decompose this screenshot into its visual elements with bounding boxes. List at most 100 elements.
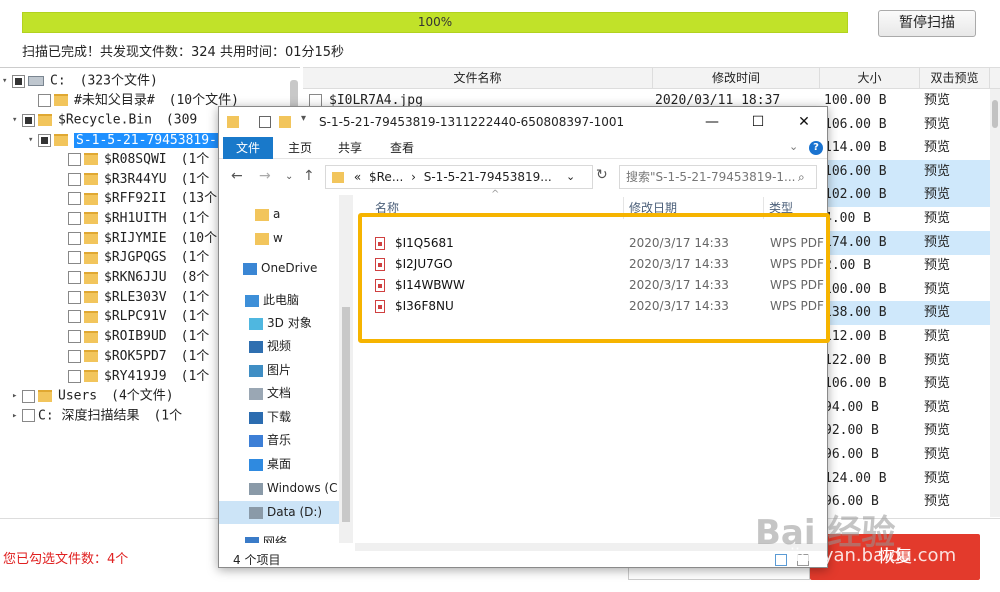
row-preview-link[interactable]: 预览 (924, 301, 950, 325)
tree-checkbox[interactable] (12, 74, 25, 88)
tree-node[interactable]: ▸ C: 深度扫描结果 (1个 (12, 406, 182, 426)
row-preview-link[interactable]: 预览 (924, 443, 950, 467)
explorer-titlebar[interactable]: ▾ S-1-5-21-79453819-1311222440-650808397… (219, 107, 827, 137)
help-icon[interactable]: ? (809, 141, 823, 155)
tree-checkbox[interactable] (68, 172, 81, 186)
row-preview-link[interactable]: 预览 (924, 325, 950, 349)
tree-node[interactable]: $RLPC91V (1个 (58, 307, 209, 327)
nav-item[interactable]: 下载 (219, 406, 339, 429)
close-icon[interactable]: ✕ (781, 107, 827, 137)
tree-node[interactable]: $RIJYMIE (10个 (58, 229, 217, 249)
row-preview-link[interactable]: 预览 (924, 396, 950, 420)
row-preview-link[interactable]: 预览 (924, 231, 950, 255)
tree-node[interactable]: $RLE303V (1个 (58, 288, 209, 308)
row-preview-link[interactable]: 预览 (924, 278, 950, 302)
tree-checkbox[interactable] (22, 113, 35, 127)
tree-checkbox[interactable] (68, 369, 81, 383)
row-preview-link[interactable]: 预览 (924, 372, 950, 396)
nav-item[interactable]: 视频 (219, 335, 339, 358)
quick-access-dropdown-icon[interactable]: ▾ (301, 113, 306, 124)
tree-checkbox[interactable] (68, 211, 81, 225)
recent-dropdown-icon[interactable]: ⌄ (285, 171, 293, 182)
tree-node[interactable]: $RH1UITH (1个 (58, 209, 209, 229)
tree-node[interactable]: ▾ S-1-5-21-79453819- (28, 130, 219, 150)
collapse-arrow-icon[interactable]: ▾ (12, 110, 22, 130)
tree-node[interactable]: $ROK5PD7 (1个 (58, 347, 209, 367)
tree-node[interactable]: $RJGPQGS (1个 (58, 248, 209, 268)
tree-node[interactable]: $RFF92II (13个 (58, 189, 217, 209)
col-modified[interactable]: 修改时间 (653, 68, 820, 89)
nav-item[interactable]: 桌面 (219, 453, 339, 476)
details-view-icon[interactable] (775, 554, 787, 566)
tree-checkbox[interactable] (68, 290, 81, 304)
nav-item[interactable]: 图片 (219, 359, 339, 382)
row-preview-link[interactable]: 预览 (924, 349, 950, 373)
expand-arrow-icon[interactable]: ▸ (12, 386, 22, 406)
tree-checkbox[interactable] (68, 330, 81, 344)
nav-item[interactable]: w (219, 227, 339, 250)
tree-node[interactable]: ▾ $Recycle.Bin (309 (12, 110, 197, 130)
search-input[interactable]: 搜索"S-1-5-21-79453819-1... ⌕ (619, 165, 817, 189)
nav-item[interactable]: 音乐 (219, 429, 339, 452)
tree-node[interactable]: $RY419J9 (1个 (58, 367, 209, 387)
tree-node[interactable]: ▾ C: (323个文件) (2, 71, 158, 91)
nav-item[interactable]: 此电脑 (219, 289, 339, 312)
tree-node[interactable]: $RKN6JJU (8个 (58, 268, 209, 288)
tree-checkbox[interactable] (68, 251, 81, 265)
forward-icon[interactable]: → (259, 168, 271, 184)
tree-checkbox[interactable] (68, 271, 81, 284)
nav-item[interactable]: Data (D:) (219, 501, 339, 524)
tree-checkbox[interactable] (22, 409, 35, 423)
navigation-pane[interactable]: a w OneDrive 此电脑 3D 对象 视频 图片 文档 下载 音乐 桌面 Windows (C… (219, 195, 355, 543)
address-dropdown-icon[interactable]: ⌄ (566, 166, 575, 188)
col-filename[interactable]: 文件名称 (303, 68, 653, 89)
tree-checkbox[interactable] (68, 231, 81, 245)
tab-view[interactable]: 查看 (379, 137, 425, 159)
tree-node[interactable]: #未知父目录# (10个文件) (28, 91, 239, 111)
row-preview-link[interactable]: 预览 (924, 490, 950, 514)
address-crumb-sid[interactable]: S-1-5-21-79453819... (424, 170, 552, 184)
nav-item[interactable]: 网络 (219, 531, 339, 543)
up-icon[interactable]: ↑ (303, 168, 315, 184)
nav-item[interactable]: 文档 (219, 382, 339, 405)
nav-item[interactable]: a (219, 203, 339, 226)
expand-arrow-icon[interactable]: ▸ (12, 406, 22, 426)
ribbon-expand-icon[interactable]: ⌄ (789, 140, 798, 153)
tab-share[interactable]: 共享 (327, 137, 373, 159)
row-preview-link[interactable]: 预览 (924, 113, 950, 137)
nav-pane-scroll-thumb[interactable] (342, 307, 350, 522)
refresh-icon[interactable]: ↻ (596, 167, 608, 183)
tree-checkbox[interactable] (68, 310, 81, 324)
tree-checkbox[interactable] (38, 93, 51, 107)
collapse-arrow-icon[interactable]: ▾ (28, 130, 38, 150)
tab-home[interactable]: 主页 (277, 137, 323, 159)
row-preview-link[interactable]: 预览 (924, 136, 950, 160)
maximize-icon[interactable]: ☐ (735, 107, 781, 137)
tree-checkbox[interactable] (68, 152, 81, 166)
nav-item[interactable]: 3D 对象 (219, 312, 339, 335)
list-scrollbar[interactable] (990, 89, 1000, 517)
search-icon[interactable]: ⌕ (798, 166, 805, 188)
back-icon[interactable]: ← (231, 168, 243, 184)
tree-node[interactable]: $R3R44YU (1个 (58, 170, 209, 190)
nav-item[interactable]: OneDrive (219, 257, 339, 280)
row-preview-link[interactable]: 预览 (924, 419, 950, 443)
new-folder-icon[interactable] (279, 116, 291, 128)
row-preview-link[interactable]: 预览 (924, 207, 950, 231)
row-preview-link[interactable]: 预览 (924, 160, 950, 184)
col-preview[interactable]: 双击预览 (920, 68, 990, 89)
tree-checkbox[interactable] (22, 389, 35, 403)
minimize-icon[interactable]: — (689, 107, 735, 137)
tree-checkbox[interactable] (68, 192, 81, 206)
col-size[interactable]: 大小 (820, 68, 920, 89)
pause-scan-button[interactable]: 暂停扫描 (878, 10, 976, 37)
list-scroll-thumb[interactable] (992, 100, 998, 128)
tree-checkbox[interactable] (38, 133, 51, 147)
row-preview-link[interactable]: 预览 (924, 467, 950, 491)
address-crumb-recycle[interactable]: $Re... (369, 170, 403, 184)
tree-node[interactable]: ▸ Users (4个文件) (12, 386, 174, 406)
row-preview-link[interactable]: 预览 (924, 89, 950, 113)
row-preview-link[interactable]: 预览 (924, 254, 950, 278)
properties-icon[interactable] (259, 116, 271, 128)
tree-checkbox[interactable] (68, 349, 81, 363)
